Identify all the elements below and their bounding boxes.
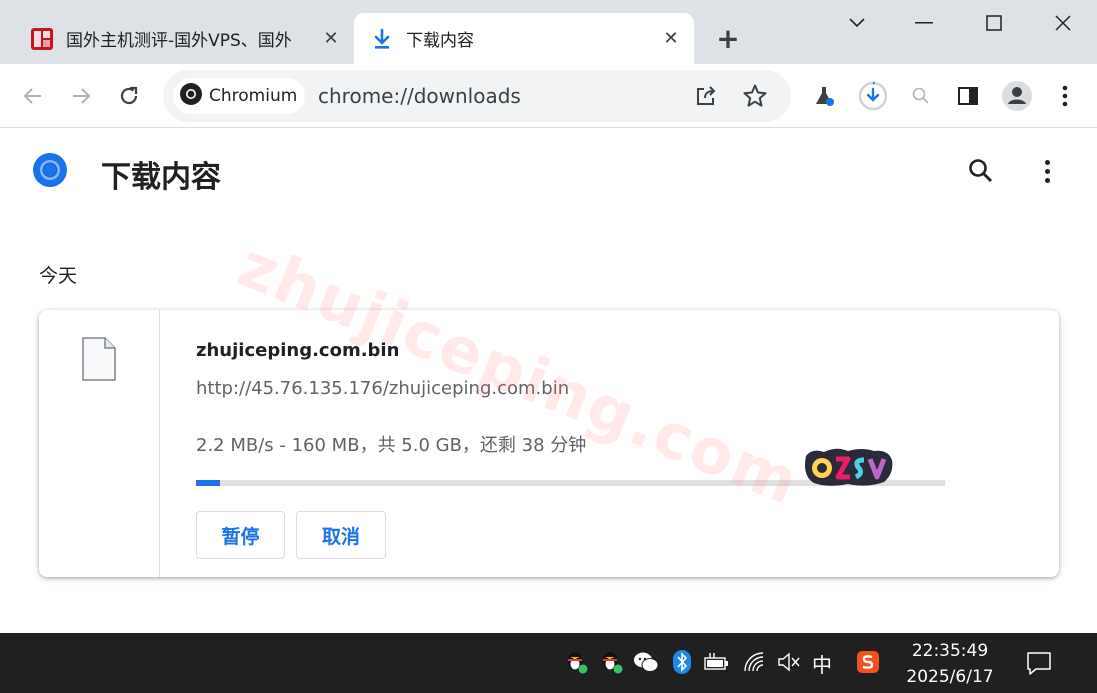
close-icon[interactable]: ✕	[660, 27, 682, 49]
site-chip-label: Chromium	[209, 86, 298, 106]
site-chip[interactable]: Chromium	[173, 78, 305, 114]
omnibox[interactable]: Chromium chrome://downloads	[163, 70, 791, 122]
battery-icon[interactable]	[704, 649, 730, 675]
bookmark-star-icon[interactable]	[737, 78, 773, 114]
qq-penguin-icon[interactable]	[563, 649, 589, 675]
cancel-button[interactable]: 取消	[296, 511, 386, 559]
page-title: 下载内容	[101, 160, 221, 195]
taskbar: 中 22:35:49 2025/6/17	[0, 633, 1097, 693]
file-icon	[81, 336, 117, 382]
clock[interactable]: 22:35:49 2025/6/17	[895, 638, 1005, 690]
side-panel-icon[interactable]	[950, 78, 986, 114]
profile-avatar-icon[interactable]	[999, 78, 1035, 114]
wifi-icon[interactable]	[742, 649, 768, 675]
progress-fill	[196, 480, 220, 486]
pause-button[interactable]: 暂停	[196, 511, 285, 559]
tab-zhujiceping[interactable]: 国外主机测评-国外VPS、国外 ✕	[14, 13, 354, 64]
card-divider	[159, 310, 160, 577]
labs-flask-icon[interactable]	[806, 78, 842, 114]
sogou-input-icon[interactable]	[855, 649, 881, 675]
ime-indicator[interactable]: 中	[812, 649, 832, 678]
forward-icon[interactable]	[63, 78, 99, 114]
ozsv-sticker	[802, 446, 894, 488]
download-icon	[370, 27, 394, 51]
zoom-search-icon[interactable]	[903, 78, 939, 114]
close-icon[interactable]: ✕	[320, 27, 342, 49]
minimize-icon[interactable]	[911, 10, 937, 36]
chromium-logo-icon	[32, 152, 68, 188]
tab-title: 国外主机测评-国外VPS、国外	[66, 31, 292, 51]
chromium-icon	[179, 82, 203, 110]
tab-downloads[interactable]: 下载内容 ✕	[354, 13, 694, 64]
maximize-icon[interactable]	[981, 10, 1007, 36]
download-progress-icon[interactable]	[855, 78, 891, 114]
bluetooth-icon[interactable]	[669, 649, 695, 675]
url-text[interactable]: chrome://downloads	[318, 84, 521, 108]
new-tab-button[interactable]: +	[713, 24, 743, 54]
reload-icon[interactable]	[111, 78, 147, 114]
clock-date: 2025/6/17	[906, 667, 994, 687]
notification-center-icon[interactable]	[1024, 648, 1054, 678]
close-window-icon[interactable]	[1050, 10, 1076, 36]
search-icon[interactable]	[966, 156, 996, 186]
tab-title: 下载内容	[406, 31, 474, 51]
volume-muted-icon[interactable]	[776, 649, 802, 675]
back-icon[interactable]	[15, 78, 51, 114]
more-actions-icon[interactable]	[1034, 156, 1060, 186]
site-seal-icon	[30, 27, 54, 51]
qq-penguin-icon[interactable]	[598, 649, 624, 675]
date-header: 今天	[39, 265, 78, 287]
tab-strip: 国外主机测评-国外VPS、国外 ✕ 下载内容 ✕ +	[0, 0, 1097, 64]
share-icon[interactable]	[688, 78, 724, 114]
tab-search-chevron-icon[interactable]	[844, 10, 870, 36]
wechat-icon[interactable]	[633, 649, 659, 675]
menu-icon[interactable]	[1047, 78, 1083, 114]
clock-time: 22:35:49	[911, 641, 989, 661]
toolbar: Chromium chrome://downloads	[0, 64, 1097, 128]
download-status: 2.2 MB/s - 160 MB，共 5.0 GB，还剩 38 分钟	[196, 435, 587, 456]
